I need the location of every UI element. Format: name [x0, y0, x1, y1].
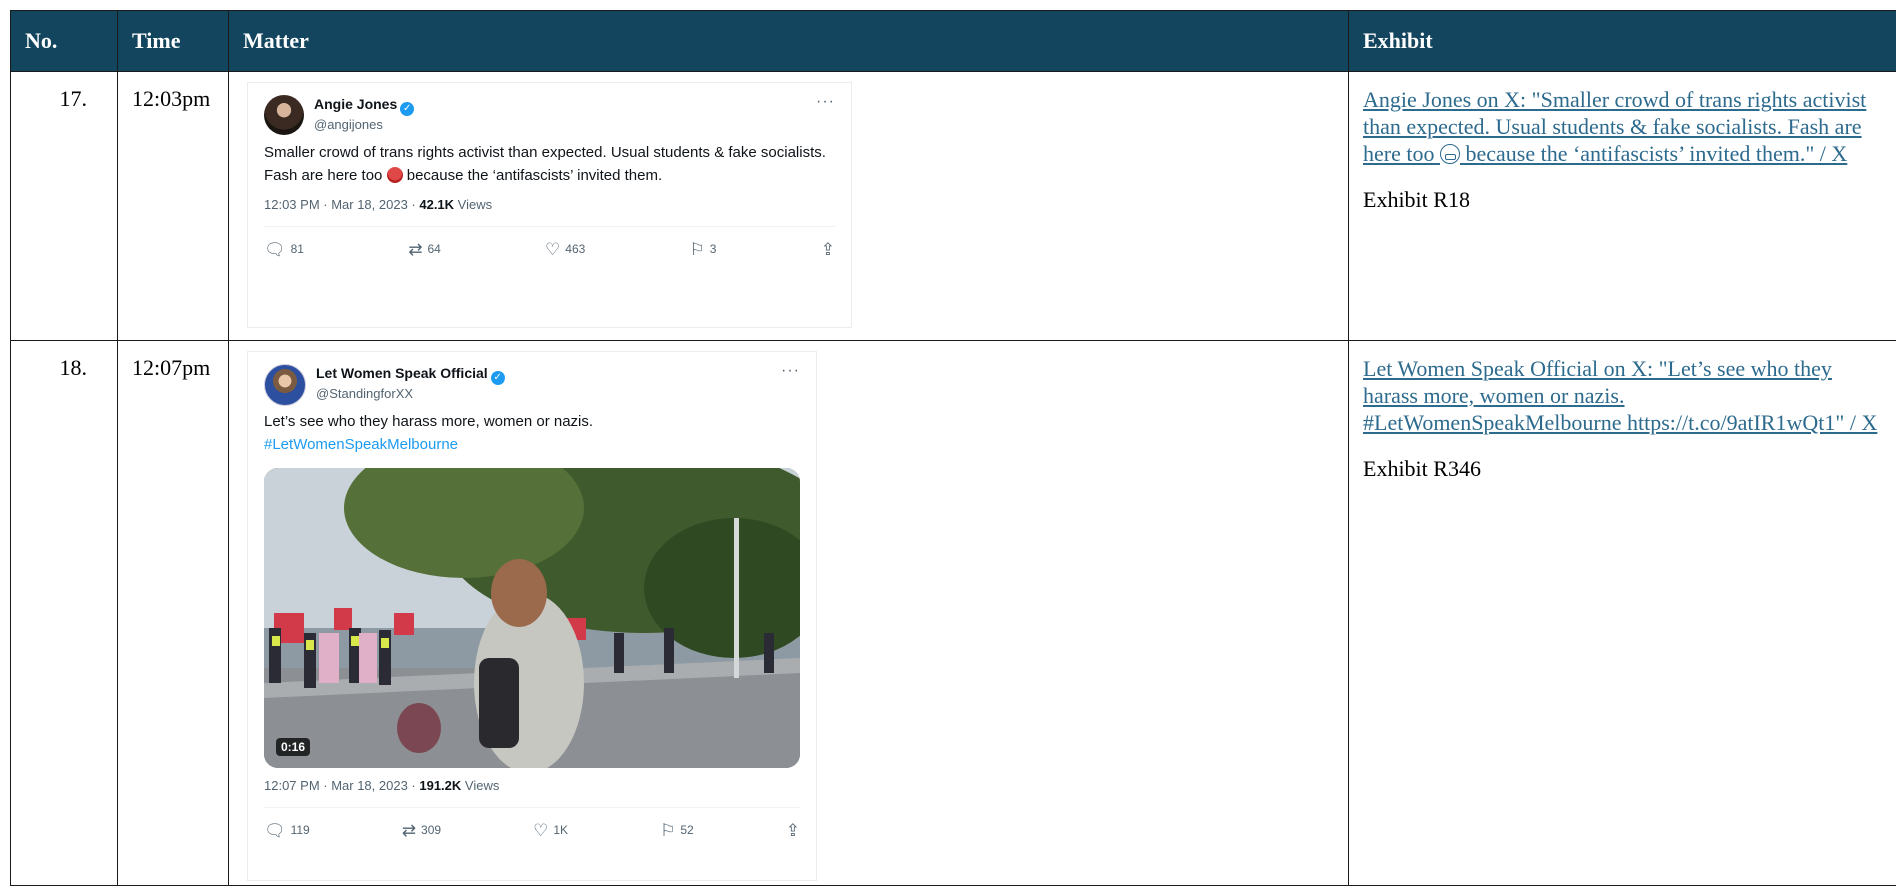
tweet-handle[interactable]: @angijones [314, 116, 816, 134]
retweet-button[interactable]: ⇄ 309 [402, 822, 441, 839]
retweet-button[interactable]: ⇄ 64 [408, 241, 441, 258]
table-row: 18. 12:07pm Let Women Speak Official ✓ @S… [10, 340, 1896, 886]
matter-cell: Let Women Speak Official ✓ @StandingforXX… [228, 340, 1349, 886]
retweet-count: 64 [427, 242, 441, 256]
share-icon: ⇪ [785, 820, 800, 840]
tweet-display-name[interactable]: Let Women Speak Official [316, 365, 488, 381]
heart-icon: ♡ [545, 239, 561, 259]
crying-face-icon [1439, 144, 1460, 164]
exhibit-reference: Exhibit R346 [1363, 456, 1481, 481]
row-time: 12:03pm [117, 71, 229, 341]
avatar[interactable] [264, 364, 306, 406]
tweet-meta: 12:03 PM · Mar 18, 2023 · 42.1K Views [264, 197, 835, 227]
tweet-meta: 12:07 PM · Mar 18, 2023 · 191.2K Views [264, 778, 800, 808]
tweet-text-line: Let’s see who they harass more, women or… [264, 413, 594, 430]
verified-badge-icon: ✓ [400, 102, 415, 116]
tweet-actions: 🗨︎ 119 ⇄ 309 ♡ 1K ⚐ 52 ⇪ [264, 808, 800, 852]
tweet-views-label: Views [461, 778, 500, 793]
header-row: No. Time Matter Exhibit [10, 10, 1896, 72]
retweet-icon: ⇄ [401, 820, 417, 840]
bookmark-count: 52 [680, 823, 694, 837]
avatar[interactable] [264, 95, 304, 135]
tweet-text-part: because the ‘antifascists’ invited them. [402, 167, 663, 184]
tweet-card[interactable]: Angie Jones ✓ @angijones ··· Smaller crow… [247, 82, 852, 328]
exhibit-reference: Exhibit R18 [1363, 187, 1470, 212]
bookmark-icon: ⚐ [660, 820, 676, 840]
verified-badge-icon: ✓ [490, 371, 505, 385]
table-row: 17. 12:03pm Angie Jones✓ @angijones ··· [10, 71, 1896, 341]
more-options-icon[interactable]: ··· [816, 94, 835, 110]
reply-count: 119 [290, 823, 310, 837]
video-thumbnail [264, 468, 800, 768]
tweet-text: Let’s see who they harass more, women or… [264, 410, 800, 456]
header-no: No. [10, 10, 118, 72]
video-duration: 0:16 [276, 738, 311, 756]
tweet-views-count: 42.1K [419, 197, 455, 212]
header-exhibit: Exhibit [1348, 10, 1896, 72]
retweet-count: 309 [421, 823, 442, 837]
reply-button[interactable]: 🗨︎ 81 [264, 241, 304, 258]
row-number: 18. [10, 340, 118, 886]
exhibit-link[interactable]: Let Women Speak Official on X: "Let’s se… [1363, 355, 1882, 436]
bookmark-button[interactable]: ⚐ 52 [660, 822, 694, 839]
exhibit-link[interactable]: Angie Jones on X: "Smaller crowd of tran… [1363, 86, 1882, 167]
bookmark-count: 3 [709, 242, 717, 256]
tweet-hashtag[interactable]: #LetWomenSpeakMelbourne [264, 433, 800, 456]
row-number: 17. [10, 71, 118, 341]
tweet-timestamp[interactable]: 12:03 PM · Mar 18, 2023 · [264, 197, 419, 212]
tweet-display-name[interactable]: Angie Jones [314, 96, 397, 112]
bookmark-button[interactable]: ⚐ 3 [690, 241, 717, 258]
like-count: 1K [553, 823, 569, 837]
like-button[interactable]: ♡ 463 [545, 241, 585, 258]
share-button[interactable]: ⇪ [821, 241, 835, 258]
tweet-video[interactable]: 0:16 [264, 468, 800, 768]
tweet-card[interactable]: Let Women Speak Official ✓ @StandingforXX… [247, 351, 817, 881]
like-button[interactable]: ♡ 1K [533, 822, 568, 839]
bookmark-icon: ⚐ [689, 239, 705, 259]
share-button[interactable]: ⇪ [786, 822, 800, 839]
tweet-views-count: 191.2K [419, 778, 462, 793]
tweet-handle[interactable]: @StandingforXX [316, 385, 781, 403]
tweet-text: Smaller crowd of trans rights activist t… [264, 141, 835, 187]
row-time: 12:07pm [117, 340, 229, 886]
reply-count: 81 [290, 242, 304, 256]
matter-cell: Angie Jones ✓ @angijones ··· Smaller crow… [228, 71, 1349, 341]
reply-button[interactable]: 🗨︎ 119 [264, 822, 310, 839]
like-count: 463 [565, 242, 586, 256]
exhibit-link-text: because the ‘antifascists’ invited them.… [1459, 141, 1848, 166]
exhibit-cell: Angie Jones on X: "Smaller crowd of tran… [1348, 71, 1896, 341]
heart-icon: ♡ [533, 820, 549, 840]
evidence-table: No. Time Matter Exhibit 17. 12:03pm Angi… [10, 10, 1896, 886]
share-icon: ⇪ [820, 239, 835, 259]
tweet-actions: 🗨︎ 81 ⇄ 64 ♡ 463 ⚐ 3 ⇪ [264, 227, 835, 271]
tweet-timestamp[interactable]: 12:07 PM · Mar 18, 2023 · [264, 778, 419, 793]
reply-icon: 🗨︎ [264, 239, 286, 259]
reply-icon: 🗨︎ [264, 820, 286, 840]
retweet-icon: ⇄ [408, 239, 423, 259]
header-time: Time [117, 10, 229, 72]
more-options-icon[interactable]: ··· [781, 363, 800, 379]
angry-face-icon [386, 167, 403, 183]
header-matter: Matter [228, 10, 1349, 72]
exhibit-cell: Let Women Speak Official on X: "Let’s se… [1348, 340, 1896, 886]
tweet-views-label: Views [454, 197, 493, 212]
